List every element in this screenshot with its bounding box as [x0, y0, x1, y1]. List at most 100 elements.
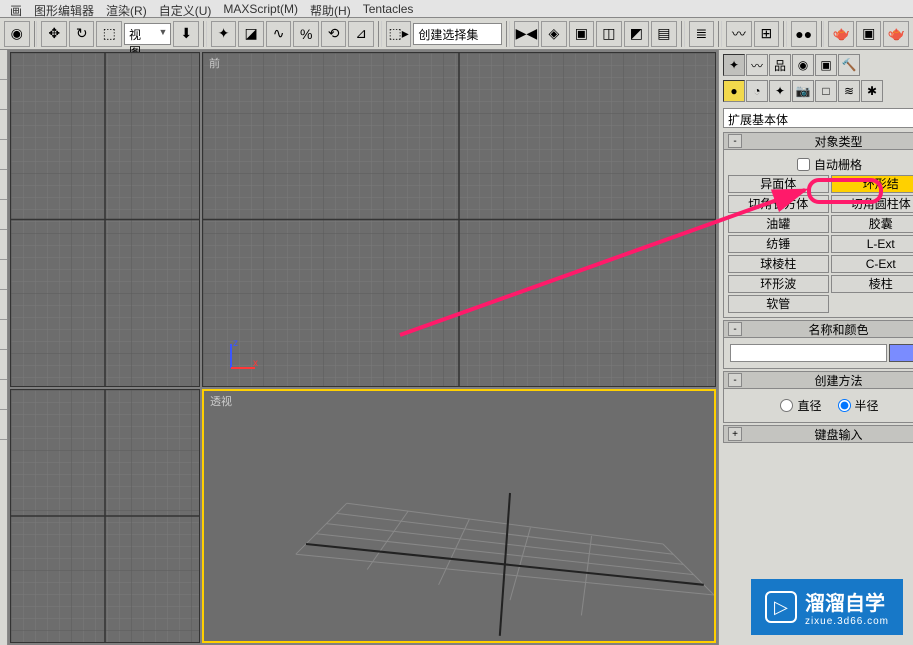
viewport-label-front: 前 — [209, 55, 220, 71]
command-panel: ✦ 〰 品 ◉ ▣ 🔨 ● ◔ ✦ 📷 □ ≋ ✱ 扩展基本体 - — [718, 50, 913, 645]
radius-radio-label[interactable]: 半径 — [838, 397, 879, 414]
ringwave-button[interactable]: 环形波 — [728, 275, 829, 293]
rollout-object-type: - 对象类型 自动栅格 异面体 环形结 切角长方体 切角圆柱体 油罐 胶囊 — [723, 132, 913, 318]
menu-graphics[interactable]: 图形编辑器 — [28, 0, 100, 17]
render-frame-icon[interactable]: ▣ — [856, 21, 882, 47]
mirror-icon[interactable]: ▶◀ — [514, 21, 540, 47]
align-camera-icon[interactable]: ▤ — [651, 21, 677, 47]
gengon-button[interactable]: 球棱柱 — [728, 255, 829, 273]
rotate-icon[interactable]: ↻ — [69, 21, 95, 47]
menu-customize[interactable]: 自定义(U) — [153, 0, 218, 17]
diameter-radio[interactable] — [780, 399, 793, 412]
menu-render[interactable]: 渲染(R) — [100, 0, 153, 17]
minus-icon: - — [728, 322, 742, 336]
oiltank-button[interactable]: 油罐 — [728, 215, 829, 233]
menu-maxscript[interactable]: MAXScript(M) — [217, 0, 304, 17]
helpers-subtab-icon[interactable]: □ — [815, 80, 837, 102]
snap-edge-icon[interactable]: ⊿ — [348, 21, 374, 47]
watermark-url: zixue.3d66.com — [805, 616, 889, 627]
lights-subtab-icon[interactable]: ✦ — [769, 80, 791, 102]
viewport-label-perspective: 透视 — [210, 393, 232, 409]
move-icon[interactable]: ✥ — [41, 21, 67, 47]
capsule-button[interactable]: 胶囊 — [831, 215, 913, 233]
snap-angle-icon[interactable]: ∿ — [266, 21, 292, 47]
chamfercyl-button[interactable]: 切角圆柱体 — [831, 195, 913, 213]
cext-button[interactable]: C-Ext — [831, 255, 913, 273]
snap-toggle-icon[interactable]: ⬇ — [173, 21, 199, 47]
minus-icon: - — [728, 373, 742, 387]
align-quick-icon[interactable]: ▣ — [569, 21, 595, 47]
render-icon[interactable]: 🫖 — [883, 21, 909, 47]
object-name-input[interactable] — [730, 344, 887, 362]
menu-help[interactable]: 帮助(H) — [304, 0, 357, 17]
menu-draw[interactable]: 画 — [4, 0, 28, 17]
viewport-top-left[interactable] — [10, 52, 200, 387]
named-sel-icon[interactable]: ⬚▸ — [386, 21, 412, 47]
minus-icon: - — [728, 134, 742, 148]
chamferbox-button[interactable]: 切角长方体 — [728, 195, 829, 213]
rollout-title: 名称和颜色 — [746, 321, 913, 338]
align-highlight-icon[interactable]: ◩ — [624, 21, 650, 47]
align-icon[interactable]: ◈ — [541, 21, 567, 47]
diameter-radio-label[interactable]: 直径 — [780, 397, 821, 414]
align-normal-icon[interactable]: ◫ — [596, 21, 622, 47]
watermark: ▷ 溜溜自学 zixue.3d66.com — [751, 579, 903, 635]
curve-editor-icon[interactable]: 〰 — [726, 21, 752, 47]
viewport-container: 前 z x 透视 — [8, 50, 718, 645]
radius-radio[interactable] — [838, 399, 851, 412]
modify-tab-icon[interactable]: 〰 — [746, 54, 768, 76]
menu-tentacles[interactable]: Tentacles — [357, 0, 420, 17]
prism-button[interactable]: 棱柱 — [831, 275, 913, 293]
systems-subtab-icon[interactable]: ✱ — [861, 80, 883, 102]
plus-icon: + — [728, 427, 742, 441]
snap-percent-icon[interactable]: % — [293, 21, 319, 47]
select-all-icon[interactable]: ◉ — [4, 21, 30, 47]
spindle-button[interactable]: 纺锤 — [728, 235, 829, 253]
main-toolbar: ◉ ✥ ↻ ⬚ 视图 ⬇ ✦ ◪ ∿ % ⟲ ⊿ ⬚▸ 创建选择集 ▶◀ ◈ ▣… — [0, 18, 913, 50]
snap-spinner-icon[interactable]: ⟲ — [321, 21, 347, 47]
rollout-create-method-header[interactable]: - 创建方法 — [723, 371, 913, 389]
display-tab-icon[interactable]: ▣ — [815, 54, 837, 76]
lext-button[interactable]: L-Ext — [831, 235, 913, 253]
geometry-subtab-icon[interactable]: ● — [723, 80, 745, 102]
viewport-front[interactable]: 前 z x — [202, 52, 716, 387]
viewport-perspective[interactable]: 透视 — [202, 389, 716, 643]
spacewarps-subtab-icon[interactable]: ≋ — [838, 80, 860, 102]
category-dropdown[interactable]: 扩展基本体 — [723, 108, 913, 128]
menu-bar: 画 图形编辑器 渲染(R) 自定义(U) MAXScript(M) 帮助(H) … — [0, 0, 913, 18]
scale-icon[interactable]: ⬚ — [96, 21, 122, 47]
rollout-keyboard-entry-header[interactable]: + 键盘输入 — [723, 425, 913, 443]
layers-icon[interactable]: ≣ — [689, 21, 715, 47]
watermark-logo-icon: ▷ — [765, 591, 797, 623]
watermark-brand: 溜溜自学 — [805, 587, 889, 616]
view-dropdown[interactable]: 视图 — [124, 23, 172, 45]
hierarchy-tab-icon[interactable]: 品 — [769, 54, 791, 76]
hose-button[interactable]: 软管 — [728, 295, 829, 313]
motion-tab-icon[interactable]: ◉ — [792, 54, 814, 76]
rollout-keyboard-entry: + 键盘输入 — [723, 425, 913, 443]
auto-grid-label: 自动栅格 — [814, 156, 862, 173]
render-setup-icon[interactable]: 🫖 — [828, 21, 854, 47]
auto-grid-checkbox[interactable] — [797, 158, 810, 171]
schematic-icon[interactable]: ⊞ — [754, 21, 780, 47]
rollout-object-type-header[interactable]: - 对象类型 — [723, 132, 913, 150]
rollout-name-color: - 名称和颜色 — [723, 320, 913, 369]
rollout-title: 创建方法 — [746, 372, 913, 389]
rollout-create-method: - 创建方法 直径 半径 — [723, 371, 913, 423]
command-panel-tabs: ✦ 〰 品 ◉ ▣ 🔨 — [721, 52, 913, 78]
utilities-tab-icon[interactable]: 🔨 — [838, 54, 860, 76]
selection-set-input[interactable]: 创建选择集 — [413, 23, 501, 45]
material-editor-icon[interactable]: ●● — [791, 21, 817, 47]
rollout-name-color-header[interactable]: - 名称和颜色 — [723, 320, 913, 338]
color-swatch[interactable] — [889, 344, 913, 362]
tool-icon-1[interactable]: ✦ — [211, 21, 237, 47]
rollout-title: 对象类型 — [746, 133, 913, 150]
create-subtabs: ● ◔ ✦ 📷 □ ≋ ✱ — [721, 78, 913, 104]
tool-icon-2[interactable]: ◪ — [238, 21, 264, 47]
create-tab-icon[interactable]: ✦ — [723, 54, 745, 76]
cameras-subtab-icon[interactable]: 📷 — [792, 80, 814, 102]
shapes-subtab-icon[interactable]: ◔ — [746, 80, 768, 102]
hedra-button[interactable]: 异面体 — [728, 175, 829, 193]
torus-knot-button[interactable]: 环形结 — [831, 175, 913, 193]
viewport-bottom-left[interactable] — [10, 389, 200, 643]
